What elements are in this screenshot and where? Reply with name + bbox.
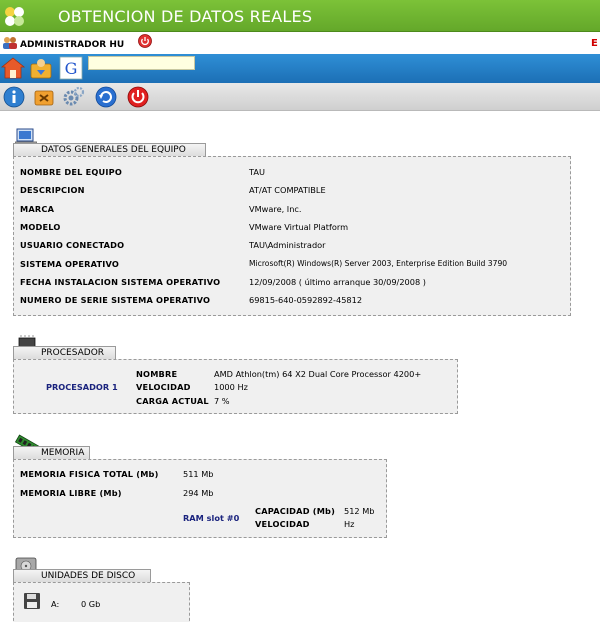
error-indicator: E [591,38,598,49]
page-title: OBTENCION DE DATOS REALES [58,7,313,26]
google-icon[interactable]: G [59,56,83,80]
equipo-value: TAU [249,167,265,177]
equipo-value: AT/AT COMPATIBLE [249,185,326,195]
equipo-value: VMware, Inc. [249,204,302,214]
info-icon[interactable] [2,85,26,109]
equipo-label: FECHA INSTALACION SISTEMA OPERATIVO [20,277,221,287]
tools-icon[interactable] [32,85,56,109]
equipo-label: MODELO [20,222,61,232]
equipo-value: Microsoft(R) Windows(R) Server 2003, Ent… [249,259,508,268]
users-icon [3,37,17,49]
svg-text:G: G [65,59,78,78]
equipo-label: SISTEMA OPERATIVO [20,259,120,269]
ram-speed-value: Hz [344,519,355,529]
section-tab-procesador: PROCESADOR [13,346,116,359]
logout-power-icon[interactable] [138,34,152,48]
search-input[interactable] [88,56,195,70]
equipo-value: TAU\Administrador [249,240,326,250]
processor-label: VELOCIDAD [136,382,191,392]
ram-speed-label: VELOCIDAD [255,519,310,529]
processor-value: 1000 Hz [214,382,248,392]
equipo-panel [13,156,571,316]
user-name: ADMINISTRADOR HU [20,40,125,50]
secondary-toolbar [0,83,600,111]
equipo-value: 69815-640-0592892-45812 [249,295,363,305]
equipo-label: NUMERO DE SERIE SISTEMA OPERATIVO [20,295,211,305]
processor-value: AMD Athlon(tm) 64 X2 Dual Core Processor… [214,369,422,379]
user-bar: ADMINISTRADOR HU E [0,33,600,54]
title-bar: OBTENCION DE DATOS REALES [0,0,600,32]
processor-label: CARGA ACTUAL [136,396,209,406]
settings-gear-icon[interactable] [62,85,86,109]
processor-name: PROCESADOR 1 [46,382,118,392]
equipo-label: NOMBRE DEL EQUIPO [20,167,123,177]
drive-size: 0 Gb [81,599,101,609]
memory-value: 294 Mb [183,488,214,498]
section-tab-memoria: MEMORIA [13,446,90,459]
section-tab-discos: UNIDADES DE DISCO [13,569,151,582]
refresh-icon[interactable] [94,85,118,109]
equipo-value: VMware Virtual Platform [249,222,349,232]
equipo-value: 12/09/2008 ( último arranque 30/09/2008 … [249,277,426,287]
home-icon[interactable] [1,56,25,80]
ram-slot-name: RAM slot #0 [183,513,240,523]
power-icon[interactable] [126,85,150,109]
memory-label: MEMORIA LIBRE (Mb) [20,488,122,498]
processor-label: NOMBRE [136,369,178,379]
user-download-icon[interactable] [29,56,53,80]
app-logo-icon [5,7,24,26]
main-toolbar: G [0,54,600,83]
floppy-disk-icon [24,593,40,609]
memory-label: MEMORIA FISICA TOTAL (Mb) [20,469,159,479]
section-tab-equipo: DATOS GENERALES DEL EQUIPO [13,143,206,156]
memory-value: 511 Mb [183,469,214,479]
drive-letter: A: [51,599,60,609]
equipo-label: MARCA [20,204,55,214]
ram-capacity-label: CAPACIDAD (Mb) [255,506,336,516]
equipo-label: DESCRIPCION [20,185,85,195]
ram-capacity-value: 512 Mb [344,506,375,516]
equipo-label: USUARIO CONECTADO [20,240,125,250]
processor-value: 7 % [214,396,230,406]
